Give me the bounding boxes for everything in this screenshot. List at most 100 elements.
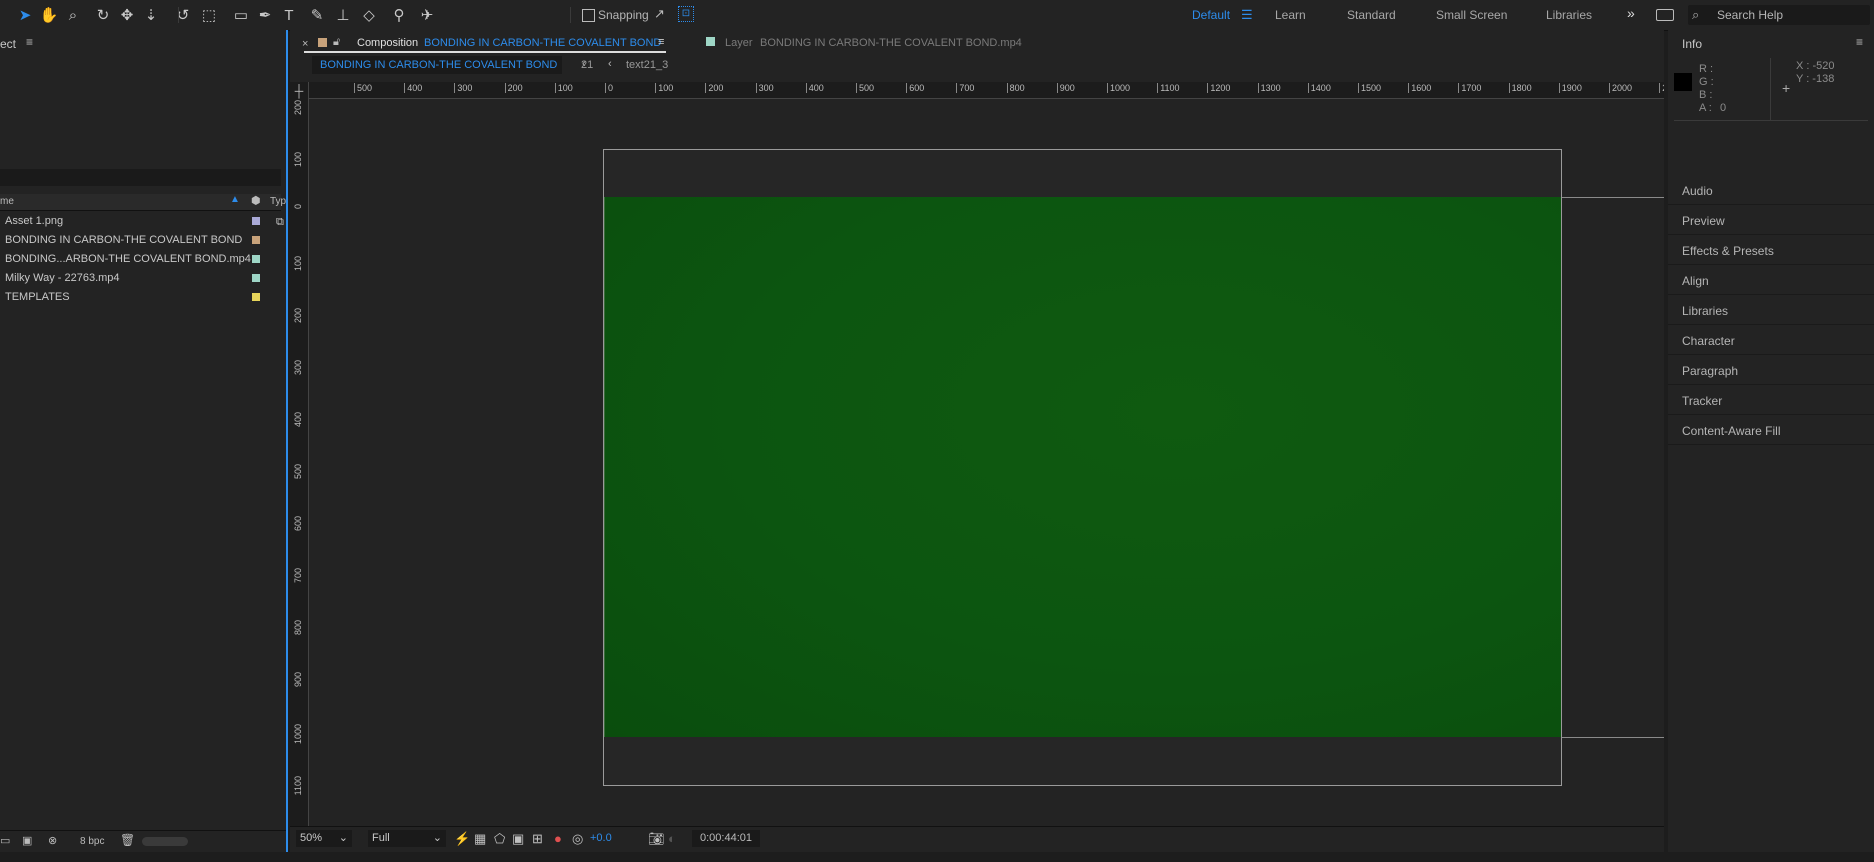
rectangle-tool-icon[interactable]: ▭ [230,4,252,26]
panel-item-align[interactable]: Align [1668,265,1874,295]
show-snapshot-icon[interactable]: ◐ [668,831,676,846]
breadcrumb-comp[interactable]: BONDING IN CARBON-THE COVALENT BOND ‹ [312,56,586,74]
label-color-swatch[interactable] [252,236,260,244]
composition-tab-name[interactable]: BONDING IN CARBON-THE COVALENT BOND [424,37,661,49]
snap-edges-icon[interactable]: ⊡ [678,6,694,22]
new-folder-icon[interactable]: ▣ [22,834,32,847]
vertical-ruler[interactable]: 200 100 0 100 200 300 400 500 600 700 800 900 1000 11… [290,82,309,826]
zoom-tool-icon[interactable]: ⌕ [62,4,84,26]
workspace-learn[interactable]: Learn [1275,8,1306,22]
project-list-item[interactable]: TEMPLATES [0,288,281,307]
layer-tab-prefix[interactable]: Layer [725,37,753,49]
label-tag-icon[interactable]: ⬢ [251,194,261,207]
panel-item-libraries[interactable]: Libraries [1668,295,1874,325]
workspace-default[interactable]: Default [1192,8,1230,22]
lock-icon[interactable]: 🔓︎ [333,36,340,49]
footage-green-screen[interactable] [604,197,1561,737]
project-list-item[interactable]: Milky Way - 22763.mp4 [0,269,281,288]
thumbnail-slider[interactable] [142,837,188,846]
clone-stamp-tool-icon[interactable]: ⊥ [332,4,354,26]
grid-guides-icon[interactable]: ⊞ [532,831,543,847]
workspace-standard[interactable]: Standard [1347,8,1396,22]
breadcrumb-number[interactable]: 21 [581,59,593,71]
ruler-tick-label: 200 [705,83,723,93]
horizontal-ruler[interactable]: 500 400 300 200 100 0 100 200 300 400 500 600 700 800… [298,82,1664,99]
panel-item-paragraph[interactable]: Paragraph [1668,355,1874,385]
selection-tool-icon[interactable]: ➤ [14,4,36,26]
current-time-display[interactable]: 0:00:44:01 [692,830,760,847]
pen-tool-icon[interactable]: ✒ [254,4,276,26]
ruler-tick-label: 200 [293,100,303,116]
panel-menu-icon[interactable]: ≡ [1856,35,1863,49]
anchor-tool-icon[interactable]: ⬚ [198,4,220,26]
breadcrumb-layer[interactable]: text21_3 [626,59,668,71]
rotation-tool-icon[interactable]: ↺ [172,4,194,26]
ruler-tick-label: 600 [293,516,303,532]
sort-ascending-icon[interactable]: ▲ [230,194,240,205]
label-color-swatch[interactable] [252,217,260,225]
orbit-tool-icon[interactable]: ↻ [92,4,114,26]
flowchart-icon[interactable]: ⧉ [276,216,284,229]
close-tab-icon[interactable]: × [302,38,308,50]
workspace-libraries[interactable]: Libraries [1546,8,1592,22]
panel-item-label: Libraries [1682,304,1729,318]
hand-tool-icon[interactable]: ✋ [38,4,60,26]
delete-icon[interactable]: 🗑 [120,833,135,847]
project-search-input[interactable] [0,169,281,186]
snap-feature-icon[interactable]: ↗ [654,6,665,22]
breadcrumb-back-icon[interactable]: ‹ [608,58,612,70]
workspace-menu-icon[interactable]: ☰ [1241,7,1253,23]
snapshot-camera-icon[interactable]: 📷︎ [648,831,665,847]
type-column-header[interactable]: Typ [270,196,286,207]
name-column-header[interactable]: me [0,196,14,207]
puppet-pin-tool-icon[interactable]: ✈ [416,4,438,26]
ruler-tick-label: 200 [504,83,523,93]
brush-tool-icon[interactable]: ✎ [306,4,328,26]
project-list-item[interactable]: Asset 1.png [0,212,281,231]
panel-item-character[interactable]: Character [1668,325,1874,355]
panel-item-audio[interactable]: Audio [1668,175,1874,205]
fast-previews-icon[interactable]: ⚡ [454,831,470,847]
project-list-item[interactable]: BONDING IN CARBON-THE COVALENT BOND [0,231,281,250]
layer-tab-name[interactable]: BONDING IN CARBON-THE COVALENT BOND.mp4 [760,37,1022,49]
dolly-tool-icon[interactable]: ⇣ [140,4,162,26]
label-color-swatch[interactable] [252,255,260,263]
y-coordinate: Y : -138 [1796,73,1835,85]
label-color-swatch[interactable] [252,274,260,282]
ruler-tick-label: 800 [293,620,303,636]
ruler-tick-label: 700 [293,568,303,584]
resolution-dropdown[interactable]: Full ⌄ [368,830,446,847]
region-of-interest-icon[interactable]: ▣ [512,831,524,847]
panel-item-preview[interactable]: Preview [1668,205,1874,235]
search-help-input[interactable]: ⌕ Search Help [1688,5,1870,25]
ruler-origin-icon[interactable]: ┼ [292,84,306,98]
snapping-checkbox[interactable] [582,9,595,22]
viewer-footer: 50% ⌄ Full ⌄ ⚡ ▦ ⬠ ▣ ⊞ ● ◎ +0.0 📷︎ ◐ 0:0… [290,826,1664,851]
panel-menu-icon[interactable]: ≡ [26,35,33,49]
column-header-row: me ▲ ⬢ Typ [0,194,286,211]
eraser-tool-icon[interactable]: ◇ [358,4,380,26]
more-workspaces-icon[interactable]: » [1627,5,1635,21]
label-color-swatch[interactable] [252,293,260,301]
bpc-label[interactable]: 8 bpc [80,836,104,847]
preview-window-icon[interactable] [1656,9,1674,21]
project-list-item[interactable]: BONDING...ARBON-THE COVALENT BOND.mp4 [0,250,281,269]
panel-item-effects-presets[interactable]: Effects & Presets [1668,235,1874,265]
mask-visibility-icon[interactable]: ⬠ [494,831,505,847]
pan-behind-tool-icon[interactable]: ✥ [116,4,138,26]
new-composition-icon[interactable]: ⊗ [48,834,57,847]
channel-icon[interactable]: ● [554,831,562,846]
panel-item-content-aware-fill[interactable]: Content-Aware Fill [1668,415,1874,445]
interpret-footage-icon[interactable]: ▭ [0,834,10,847]
roto-brush-tool-icon[interactable]: ⚲ [388,4,410,26]
composition-tab-menu-icon[interactable]: ≡ [658,36,664,48]
zoom-dropdown[interactable]: 50% ⌄ [296,830,352,847]
type-tool-icon[interactable]: T [278,4,300,26]
exposure-value[interactable]: +0.0 [590,832,612,844]
composition-tab-prefix[interactable]: Composition [357,37,418,49]
transparency-grid-icon[interactable]: ▦ [474,831,486,847]
project-item-label: Milky Way - 22763.mp4 [5,272,120,284]
exposure-reset-icon[interactable]: ◎ [572,831,583,847]
panel-item-tracker[interactable]: Tracker [1668,385,1874,415]
workspace-small-screen[interactable]: Small Screen [1436,8,1507,22]
